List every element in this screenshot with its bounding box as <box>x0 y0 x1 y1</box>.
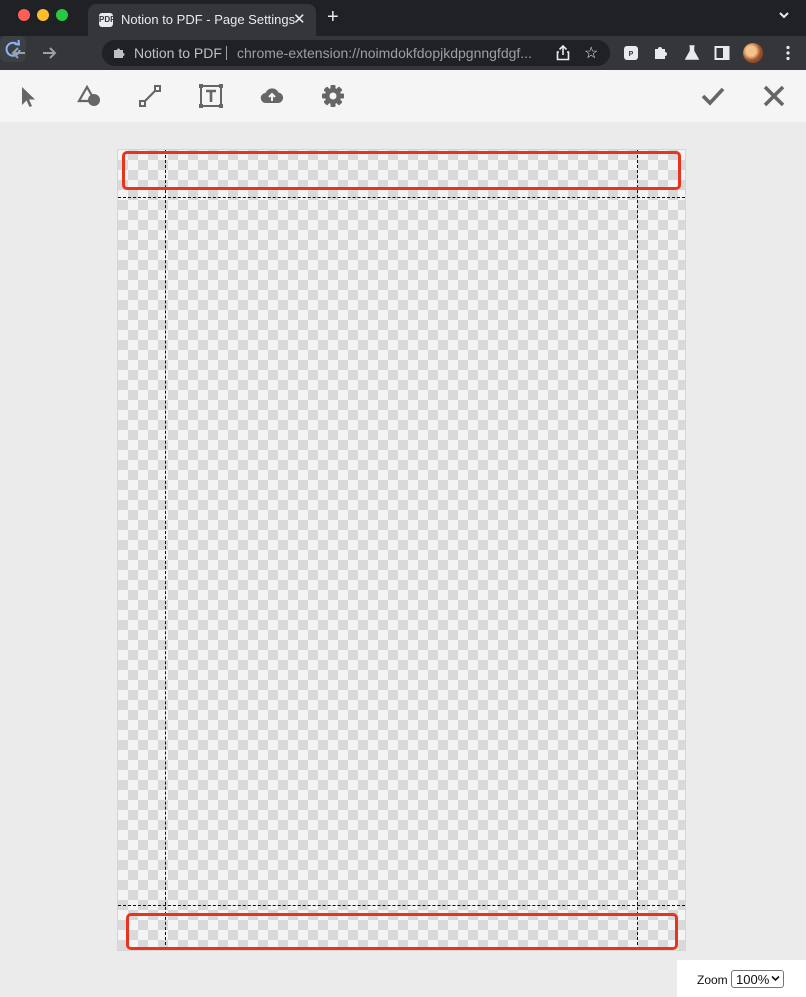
address-url[interactable]: chrome-extension://noimdokfdopjkdpgnngfd… <box>237 45 555 61</box>
puzzle-icon <box>114 48 125 58</box>
tab-close-icon[interactable]: ✕ <box>293 10 306 28</box>
profile-avatar[interactable] <box>743 43 763 63</box>
window-close-button[interactable] <box>18 9 30 21</box>
chevron-down-icon <box>771 975 780 982</box>
zoom-select[interactable]: 100% <box>731 970 784 988</box>
header-region-highlight <box>122 151 681 190</box>
upload-tool[interactable] <box>259 83 285 109</box>
back-arrow-icon[interactable] <box>10 44 28 62</box>
address-divider <box>226 46 227 60</box>
text-tool[interactable] <box>198 83 224 109</box>
bookmark-star-icon[interactable]: ☆ <box>584 43 598 63</box>
zoom-label: Zoom <box>697 973 728 987</box>
browser-tab[interactable]: PDF Notion to PDF - Page Settings ✕ <box>88 4 316 36</box>
line-icon <box>139 85 161 107</box>
extension-badge-icon: P <box>624 46 638 60</box>
kebab-menu-icon[interactable] <box>779 44 797 62</box>
line-tool[interactable] <box>137 83 163 109</box>
text-box-icon <box>199 84 223 108</box>
notion-pdf-extension-icon[interactable]: P <box>622 44 640 62</box>
page-canvas[interactable] <box>117 149 686 951</box>
cursor-arrow-icon <box>22 87 35 107</box>
settings-tool[interactable] <box>320 83 346 109</box>
side-panel-icon[interactable] <box>713 44 731 62</box>
top-margin-guide[interactable] <box>118 197 685 198</box>
svg-text:P: P <box>629 51 634 58</box>
browser-title-bar: PDF Notion to PDF - Page Settings ✕ + <box>0 0 806 36</box>
confirm-button[interactable] <box>700 83 726 109</box>
pdf-favicon-icon: PDF <box>99 13 115 27</box>
cancel-button[interactable] <box>761 83 787 109</box>
extensions-puzzle-icon[interactable] <box>652 44 670 62</box>
gear-icon <box>322 85 344 107</box>
window-minimize-button[interactable] <box>37 9 49 21</box>
bottom-margin-guide[interactable] <box>118 905 685 906</box>
shape-tool[interactable] <box>76 83 102 109</box>
left-margin-guide[interactable] <box>165 150 166 950</box>
footer-region-highlight <box>126 913 678 950</box>
tab-title: Notion to PDF - Page Settings <box>121 12 296 27</box>
share-icon[interactable] <box>556 45 570 61</box>
close-icon <box>763 85 785 107</box>
zoom-value: 100% <box>736 972 770 987</box>
extension-name: Notion to PDF <box>134 45 222 61</box>
new-tab-plus-icon[interactable]: + <box>327 6 339 28</box>
right-margin-guide[interactable] <box>637 150 638 950</box>
shapes-icon <box>77 84 100 106</box>
editor-toolbar <box>0 70 806 122</box>
forward-arrow-icon[interactable] <box>40 44 58 62</box>
labs-flask-icon[interactable] <box>683 44 701 62</box>
cloud-upload-icon <box>260 88 284 104</box>
address-bar[interactable]: Notion to PDF chrome-extension://noimdok… <box>102 40 610 66</box>
select-tool[interactable] <box>15 83 41 109</box>
window-zoom-button[interactable] <box>56 9 68 21</box>
browser-toolbar: Notion to PDF chrome-extension://noimdok… <box>0 36 806 70</box>
zoom-control: Zoom 100% <box>677 960 806 997</box>
tab-search-chevron-icon[interactable] <box>778 9 790 21</box>
checkmark-icon <box>701 87 725 106</box>
